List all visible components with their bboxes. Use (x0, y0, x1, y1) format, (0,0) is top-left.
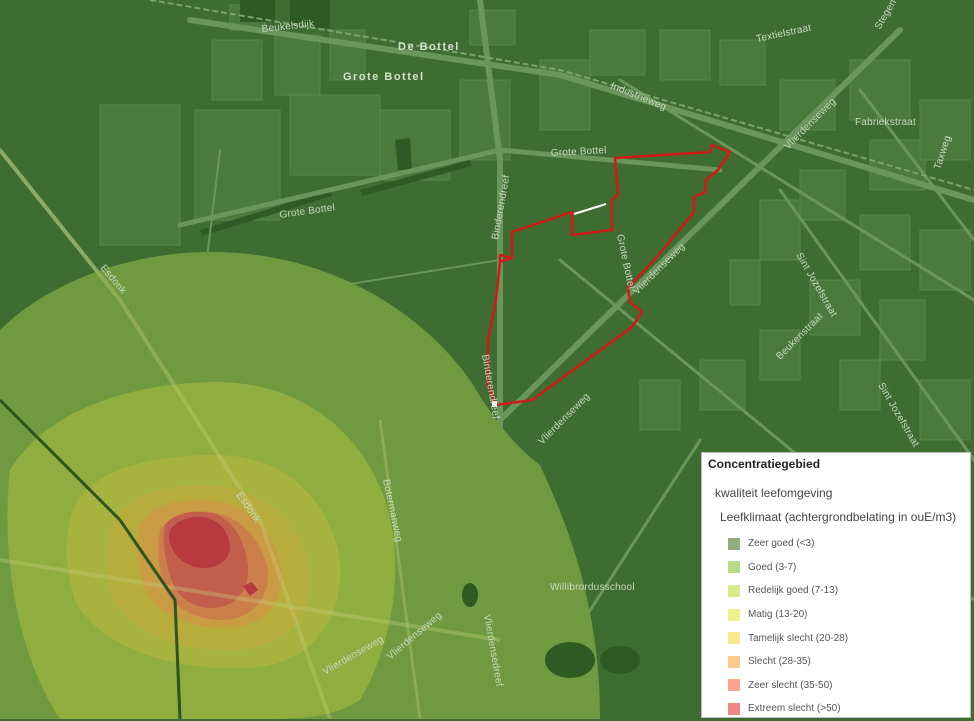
legend-item-label: Redelijk goed (7-13) (748, 585, 839, 597)
legend-item: Zeer slecht (35-50) (728, 674, 970, 698)
legend-swatch (728, 702, 740, 715)
legend-item: Slecht (28-35) (728, 650, 970, 674)
legend-swatch (728, 537, 740, 550)
street-label-willibrordusschool: Willibrordusschool (550, 582, 635, 593)
legend-item-label: Matig (13-20) (748, 609, 808, 621)
legend-panel: Concentratiegebied kwaliteit leefomgevin… (701, 452, 971, 718)
legend-layer: Leefklimaat (achtergrondbelating in ouE/… (720, 510, 957, 524)
street-label-fabriekstraat: Fabriekstraat (855, 117, 916, 128)
legend-item: Goed (3-7) (728, 556, 970, 580)
legend-item: Zeer goed (<3) (728, 532, 970, 556)
legend-swatch (728, 679, 740, 692)
street-label-grote-bottel-top: Grote Bottel (343, 71, 425, 83)
legend-group: kwaliteit leefomgeving (715, 486, 833, 500)
legend-swatch (728, 632, 740, 645)
legend-swatch (728, 561, 740, 574)
legend-title: Concentratiegebied (708, 457, 821, 471)
legend-swatch (728, 655, 740, 668)
legend-item-label: Tamelijk slecht (20-28) (748, 632, 849, 644)
legend-item: Tamelijk slecht (20-28) (728, 626, 970, 650)
legend-item-label: Zeer goed (<3) (748, 538, 815, 550)
legend-swatch (728, 608, 740, 621)
legend-swatch (728, 584, 740, 597)
legend-item: Redelijk goed (7-13) (728, 579, 970, 603)
legend-item-label: Extreem slecht (>50) (748, 703, 841, 715)
legend-item-label: Goed (3-7) (748, 561, 797, 573)
legend-item: Matig (13-20) (728, 603, 970, 627)
legend-item: Extreem slecht (>50) (728, 697, 970, 721)
street-label-de-bottel: De Bottel (398, 41, 460, 53)
legend-item-label: Slecht (28-35) (748, 656, 811, 668)
legend-item-label: Zeer slecht (35-50) (748, 679, 833, 691)
legend-items: Zeer goed (<3) Goed (3-7) Redelijk goed … (702, 524, 970, 721)
